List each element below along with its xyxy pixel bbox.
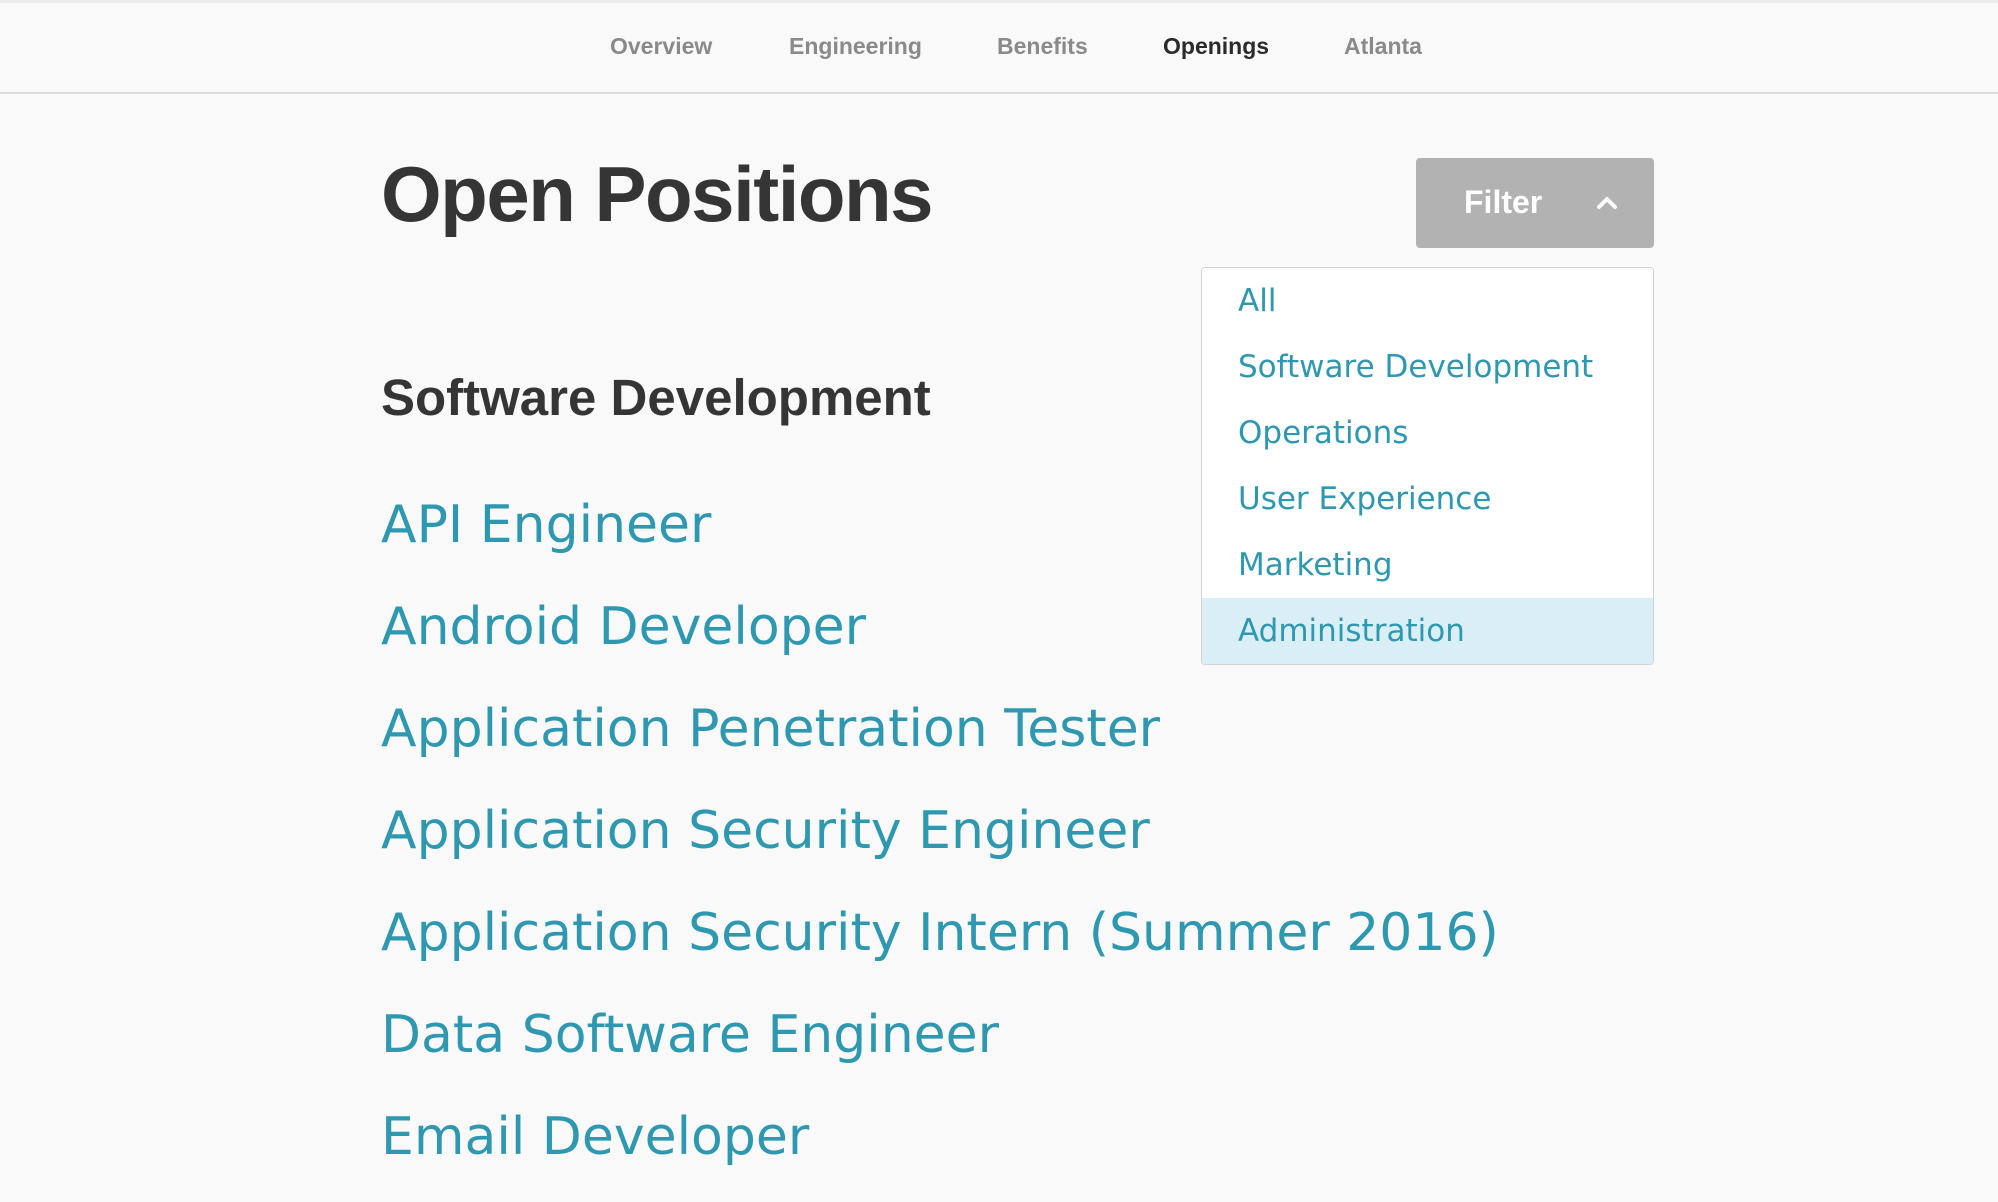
job-link-email-developer[interactable]: Email Developer (381, 1102, 1499, 1202)
filter-option-all[interactable]: All (1202, 268, 1653, 334)
job-link-application-security-intern[interactable]: Application Security Intern (Summer 2016… (381, 898, 1499, 1000)
filter-button[interactable]: Filter (1416, 158, 1654, 248)
job-link-application-security-engineer[interactable]: Application Security Engineer (381, 796, 1499, 898)
chevron-up-icon (1597, 197, 1617, 209)
filter-option-administration[interactable]: Administration (1202, 598, 1653, 664)
nav-engineering[interactable]: Engineering (789, 33, 922, 60)
nav-overview[interactable]: Overview (610, 33, 712, 60)
filter-option-marketing[interactable]: Marketing (1202, 532, 1653, 598)
filter-button-label: Filter (1464, 184, 1543, 220)
nav-openings[interactable]: Openings (1163, 33, 1269, 60)
page-title: Open Positions (381, 150, 934, 238)
filter-option-operations[interactable]: Operations (1202, 400, 1653, 466)
filter-dropdown: All Software Development Operations User… (1201, 267, 1654, 665)
section-heading: Software Development (381, 369, 931, 426)
nav-atlanta[interactable]: Atlanta (1344, 33, 1422, 60)
filter-option-user-experience[interactable]: User Experience (1202, 466, 1653, 532)
top-nav: Overview Engineering Benefits Openings A… (0, 3, 1998, 94)
filter-option-software-development[interactable]: Software Development (1202, 334, 1653, 400)
nav-benefits[interactable]: Benefits (997, 33, 1088, 60)
job-link-application-penetration-tester[interactable]: Application Penetration Tester (381, 694, 1499, 796)
job-link-data-software-engineer[interactable]: Data Software Engineer (381, 1000, 1499, 1102)
